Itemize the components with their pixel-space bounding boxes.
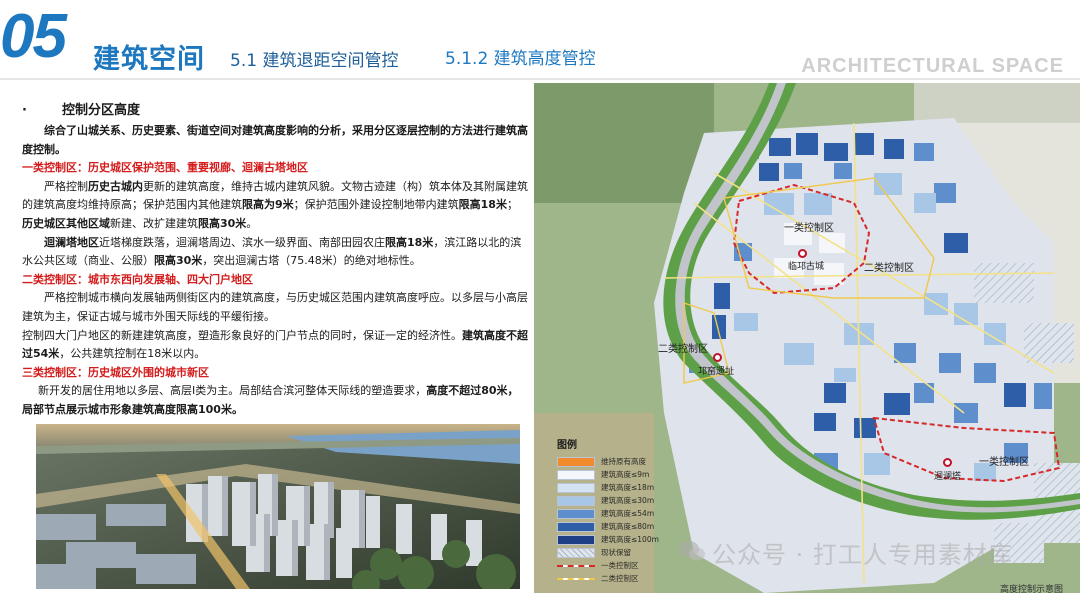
- text-run-bold: 限高30米: [154, 254, 203, 268]
- legend-swatch: [557, 577, 595, 580]
- zone1-title: 一类控制区：历史城区保护范围、重要视廊、迴澜古塔地区: [22, 161, 308, 175]
- map-label-zone1-south: 一类控制区: [979, 457, 1029, 468]
- section-number: 05: [0, 2, 67, 71]
- text-run: 严格控制: [44, 179, 88, 193]
- map-label-zone1-north: 一类控制区: [784, 223, 834, 234]
- text-run-bold: 迴澜塔地区: [44, 235, 99, 249]
- text-column: · 控制分区高度 综合了山城关系、历史要素、街道空间对建筑高度影响的分析，采用分区…: [22, 100, 528, 420]
- map-label-huilan-tower: 迴澜塔: [934, 472, 962, 482]
- legend-items: 维持原有高度 建筑高度≤9m 建筑高度≤18m 建筑高度≤30m 建筑高度≤54m 建筑高…: [557, 455, 681, 585]
- legend-item: 建筑高度≤18m: [557, 481, 681, 494]
- sub-subsection-title: 5.1.2 建筑高度管控: [445, 49, 596, 69]
- legend-item: 建筑高度≤80m: [557, 520, 681, 533]
- legend-label: 建筑高度≤100m: [601, 535, 659, 544]
- legend-item: 建筑高度≤30m: [557, 494, 681, 507]
- aerial-rendering-drawing: [36, 424, 520, 589]
- header-divider: [0, 78, 1080, 80]
- text-run: 近塔梯度跌落，迴澜塔周边、滨水一级界面、南部田园农庄: [99, 235, 385, 249]
- text-run-bold: 限高18米: [385, 235, 434, 249]
- english-title: ARCHITECTURAL SPACE: [801, 55, 1064, 77]
- legend-label: 建筑高度≤80m: [601, 522, 655, 531]
- location-pin-icon: [713, 353, 722, 362]
- wechat-icon: [679, 541, 705, 561]
- text-run-bold: 历史城区其他区域: [22, 216, 110, 230]
- text-run: 新建、改扩建建筑: [110, 216, 198, 230]
- legend-label: 二类控制区: [601, 574, 639, 583]
- legend-swatch: [557, 564, 595, 567]
- zone3-paragraph: 新开发的居住用地以多层、高层Ⅰ类为主。局部结合滨河整体天际线的塑造要求，高度不超…: [22, 382, 528, 419]
- page-header: 05 建筑空间 5.1 建筑退距空间管控 5.1.2 建筑高度管控 ARCHIT…: [0, 0, 1080, 82]
- legend-swatch: [557, 547, 595, 558]
- text-run: 。: [246, 216, 258, 230]
- legend-item: 现状保留: [557, 546, 681, 559]
- text-run: ；: [506, 198, 518, 212]
- location-pin-icon: [798, 249, 807, 258]
- legend-label: 维持原有高度: [601, 457, 646, 466]
- legend-swatch: [557, 456, 595, 467]
- zone2-title: 二类控制区：城市东西向发展轴、四大门户地区: [22, 272, 253, 286]
- zone1-paragraph: 严格控制历史古城内更新的建筑高度，维持古城内建筑风貌。文物古迹建（构）筑本体及其…: [22, 178, 528, 234]
- legend-item: 二类控制区: [557, 572, 681, 585]
- legend-label: 建筑高度≤18m: [601, 483, 655, 492]
- legend-label: 一类控制区: [601, 561, 639, 570]
- subsection-title: 5.1 建筑退距空间管控: [230, 51, 399, 71]
- control-heading: · 控制分区高度: [22, 100, 528, 122]
- legend-label: 建筑高度≤54m: [601, 509, 655, 518]
- bullet: ·: [22, 103, 27, 118]
- control-heading-text: 控制分区高度: [62, 103, 141, 118]
- watermark-text: 公众号 · 打工人专用素材库: [712, 541, 1013, 569]
- legend-swatch: [557, 495, 595, 506]
- text-run: ，突出迴澜古塔（75.48米）的绝对地标性。: [202, 254, 421, 268]
- text-run: ，公共建筑控制在18米以内。: [59, 347, 206, 361]
- legend-item: 维持原有高度: [557, 455, 681, 468]
- legend-swatch: [557, 482, 595, 493]
- text-run: ；保护范围外建设控制地带内建筑: [293, 198, 459, 212]
- legend-item: 一类控制区: [557, 559, 681, 572]
- legend-swatch: [557, 534, 595, 545]
- aerial-rendering-image: [36, 424, 520, 589]
- legend-swatch: [557, 469, 595, 480]
- location-pin-icon: [943, 458, 952, 467]
- zone2-paragraph: 严格控制城市横向发展轴两侧街区内的建筑高度，与历史城区范围内建筑高度呼应。以多层…: [22, 291, 528, 323]
- zone3-title: 三类控制区：历史城区外围的城市新区: [22, 365, 209, 379]
- legend-item: 建筑高度≤100m: [557, 533, 681, 546]
- text-run-bold: 限高为9米: [242, 198, 294, 212]
- legend-label: 建筑高度≤9m: [601, 470, 650, 479]
- map-legend: 图例 维持原有高度 建筑高度≤9m 建筑高度≤18m 建筑高度≤30m 建筑高度≤54m…: [557, 436, 681, 585]
- map-label-kiln-site: 邛窑遗址: [698, 367, 735, 377]
- zone2-gateway-paragraph: 控制四大门户地区的新建建筑高度，塑造形象良好的门户节点的同时，保证一定的经济性。…: [22, 327, 528, 364]
- text-run-bold: 限高30米: [198, 216, 247, 230]
- section-title: 建筑空间: [93, 44, 205, 75]
- zone1-tower-paragraph: 迴澜塔地区近塔梯度跌落，迴澜塔周边、滨水一级界面、南部田园农庄限高18米，滨江路…: [22, 234, 528, 271]
- map-label-zone2-east: 二类控制区: [864, 263, 914, 274]
- map-label-ancient-city: 临邛古城: [788, 262, 825, 272]
- legend-item: 建筑高度≤54m: [557, 507, 681, 520]
- map-label-zone2-west: 二类控制区: [658, 344, 708, 355]
- legend-label: 建筑高度≤30m: [601, 496, 655, 505]
- intro-paragraph: 综合了山城关系、历史要素、街道空间对建筑高度影响的分析，采用分区逐层控制的方法进…: [22, 124, 528, 156]
- text-run-bold: 历史古城内: [88, 179, 143, 193]
- legend-swatch: [557, 521, 595, 532]
- text-run: 新开发的居住用地以多层、高层Ⅰ类为主。局部结合滨河整体天际线的塑造要求，: [38, 384, 427, 398]
- legend-swatch: [557, 508, 595, 519]
- text-run: 控制四大门户地区的新建建筑高度，塑造形象良好的门户节点的同时，保证一定的经济性。: [22, 328, 462, 342]
- map-caption: 高度控制示意图: [1000, 585, 1064, 593]
- legend-item: 建筑高度≤9m: [557, 468, 681, 481]
- text-run-bold: 限高18米: [458, 198, 507, 212]
- legend-title: 图例: [557, 440, 577, 451]
- legend-label: 现状保留: [601, 548, 631, 557]
